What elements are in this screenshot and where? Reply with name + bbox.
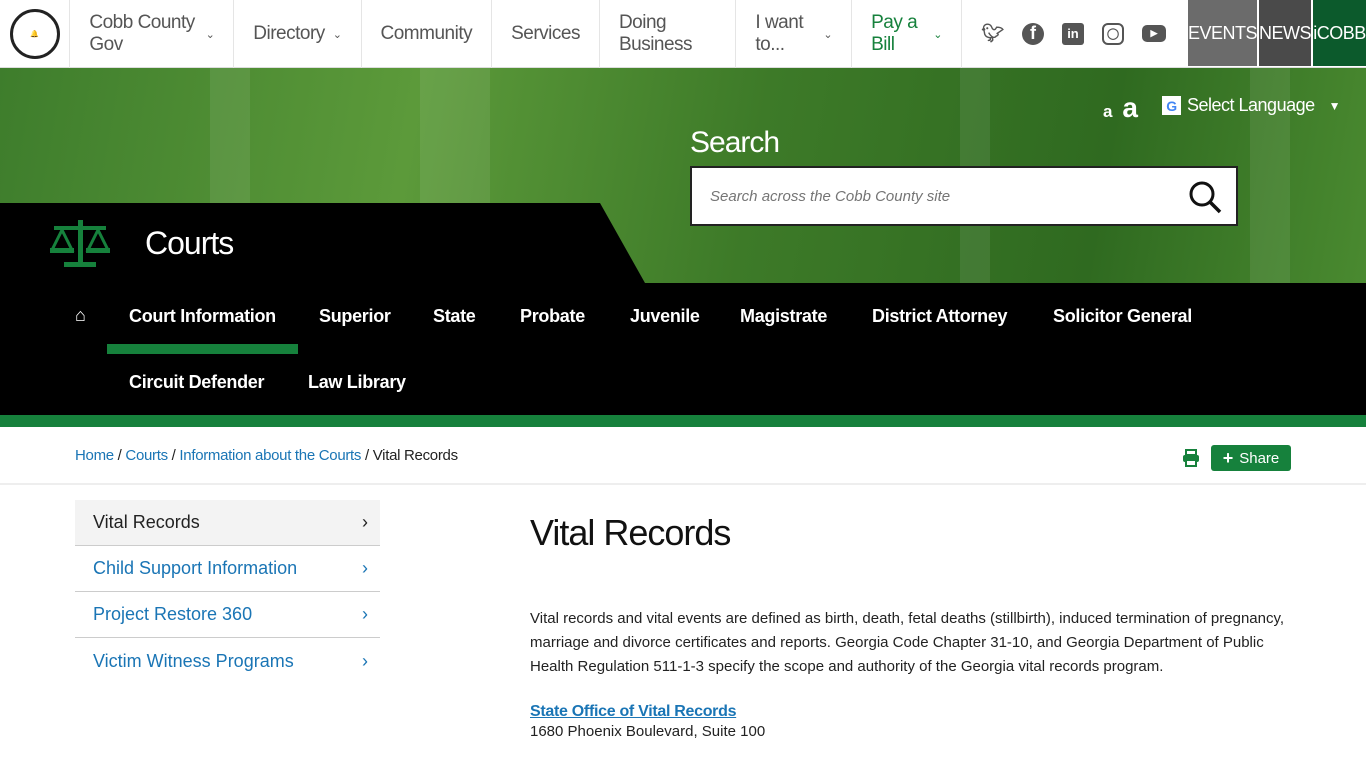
main-content: Vital Records Vital records and vital ev…	[530, 512, 1290, 740]
chevron-right-icon: ›	[362, 558, 368, 578]
breadcrumb-bar: Home / Courts / Information about the Co…	[0, 427, 1366, 485]
county-seal-logo[interactable]: 🔔	[0, 0, 71, 68]
chevron-down-icon: ⌄	[933, 28, 942, 41]
home-icon[interactable]: ⌂	[75, 305, 86, 326]
google-icon: G	[1162, 96, 1181, 115]
section-title: Courts	[145, 225, 234, 261]
nav-directory[interactable]: Directory ⌄	[234, 0, 362, 68]
breadcrumb: Home / Courts / Information about the Co…	[75, 447, 458, 464]
intro-paragraph: Vital records and vital events are defin…	[530, 610, 1285, 675]
chevron-down-icon: ⌄	[205, 28, 215, 41]
twitter-icon[interactable]: 🐦︎	[982, 23, 1005, 45]
page-title: Vital Records	[530, 512, 731, 553]
breadcrumb-current: Vital Records	[372, 447, 458, 464]
address: 1680 Phoenix Boulevard, Suite 100	[530, 723, 766, 740]
subnav-probate[interactable]: Probate	[520, 306, 585, 327]
sidebar-item-project-restore[interactable]: Project Restore 360 ›	[75, 592, 380, 638]
icobb-button[interactable]: iCOBB	[1313, 0, 1366, 66]
print-icon[interactable]	[1182, 449, 1200, 467]
language-select[interactable]: G Select Language ▼	[1162, 95, 1341, 116]
section-title-band: Courts	[0, 203, 645, 283]
linkedin-icon[interactable]: in	[1061, 22, 1084, 45]
search-icon[interactable]	[1188, 180, 1222, 214]
social-links: 🐦︎ f in ◯ ▶	[962, 0, 1186, 67]
top-nav: 🔔 Cobb County Gov ⌄ Directory ⌄ Community …	[0, 0, 1366, 68]
subnav-court-information[interactable]: Court Information	[107, 306, 298, 354]
text-smaller-button[interactable]: a	[1103, 102, 1112, 121]
sidebar-item-victim-witness[interactable]: Victim Witness Programs ›	[75, 638, 380, 684]
state-office-link[interactable]: State Office of Vital Records	[530, 703, 1290, 721]
breadcrumb-home[interactable]: Home	[75, 447, 114, 464]
sidebar-nav: Vital Records › Child Support Information…	[75, 500, 380, 684]
breadcrumb-information[interactable]: Information about the Courts	[179, 447, 361, 464]
breadcrumb-courts[interactable]: Courts	[125, 447, 168, 464]
subnav-magistrate[interactable]: Magistrate	[740, 306, 827, 327]
caret-down-icon: ▼	[1328, 98, 1341, 113]
nav-services[interactable]: Services	[492, 0, 600, 68]
nav-pay-a-bill[interactable]: Pay a Bill ⌄	[852, 0, 962, 68]
text-larger-button[interactable]: a	[1122, 92, 1138, 123]
facebook-icon[interactable]: f	[1021, 22, 1044, 45]
subnav-circuit-defender[interactable]: Circuit Defender	[129, 372, 265, 393]
sidebar-item-vital-records[interactable]: Vital Records ›	[75, 500, 380, 546]
scales-of-justice-icon	[50, 220, 110, 267]
text-size-controls: aa	[1103, 92, 1138, 124]
plus-icon: +	[1222, 447, 1234, 468]
chevron-right-icon: ›	[362, 512, 368, 532]
nav-community[interactable]: Community	[362, 0, 493, 68]
subnav-solicitor-general[interactable]: Solicitor General	[1053, 306, 1192, 327]
search-label: Search	[690, 126, 780, 159]
share-button[interactable]: + Share	[1211, 445, 1291, 471]
youtube-icon[interactable]: ▶	[1141, 25, 1166, 42]
subnav-district-attorney[interactable]: District Attorney	[872, 306, 1008, 327]
nav-i-want-to[interactable]: I want to... ⌄	[736, 0, 853, 68]
courts-subnav: ⌂ Court Information Superior State Proba…	[0, 283, 1366, 427]
search-box	[690, 166, 1238, 226]
nav-doing-business[interactable]: Doing Business	[600, 0, 737, 68]
subnav-state[interactable]: State	[433, 306, 476, 327]
chevron-down-icon: ⌄	[823, 28, 833, 41]
instagram-icon[interactable]: ◯	[1101, 22, 1124, 45]
subnav-superior[interactable]: Superior	[319, 306, 391, 327]
subnav-juvenile[interactable]: Juvenile	[630, 306, 700, 327]
chevron-down-icon: ⌄	[332, 28, 342, 41]
search-input[interactable]	[710, 187, 1170, 205]
news-button[interactable]: NEWS	[1259, 0, 1312, 66]
chevron-right-icon: ›	[362, 650, 368, 671]
subnav-law-library[interactable]: Law Library	[308, 372, 406, 393]
events-button[interactable]: EVENTS	[1187, 0, 1258, 66]
nav-cobb-county-gov[interactable]: Cobb County Gov ⌄	[70, 0, 235, 68]
seal-icon: 🔔	[9, 9, 60, 59]
chevron-right-icon: ›	[362, 604, 368, 624]
sidebar-item-child-support[interactable]: Child Support Information ›	[75, 546, 380, 592]
